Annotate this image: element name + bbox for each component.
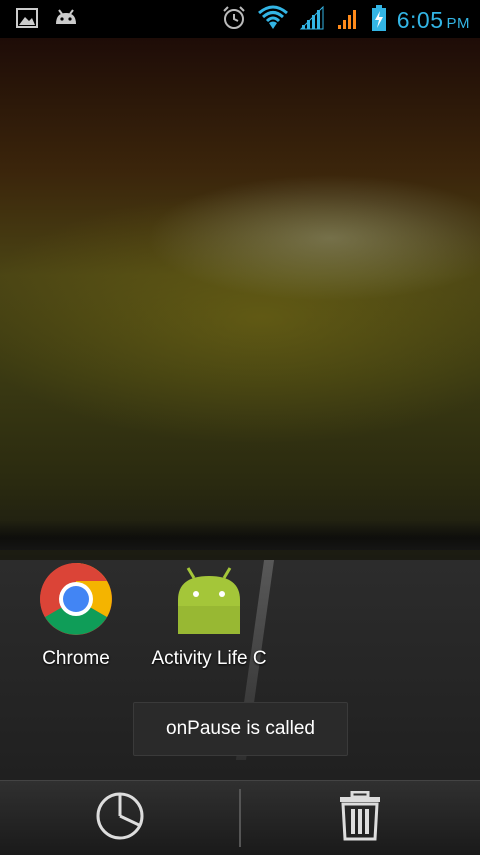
android-app-icon bbox=[172, 567, 246, 641]
toast-text: onPause is called bbox=[166, 718, 315, 739]
bottom-bar-divider bbox=[239, 789, 241, 847]
trash-icon bbox=[338, 790, 382, 845]
app-chrome-label: Chrome bbox=[42, 648, 110, 669]
clear-all-button[interactable] bbox=[330, 790, 390, 845]
app-activity-life-cycle[interactable]: Activity Life C bbox=[144, 562, 274, 670]
clock-time: 6:05 bbox=[396, 6, 444, 33]
chrome-icon bbox=[39, 563, 113, 641]
alarm-icon bbox=[221, 5, 247, 35]
toast-message: onPause is called bbox=[133, 702, 348, 756]
android-debug-icon bbox=[54, 8, 78, 32]
signal-1-icon bbox=[299, 5, 325, 35]
app-chrome[interactable]: Chrome bbox=[32, 562, 120, 670]
wallpaper-horizon bbox=[0, 520, 480, 550]
task-manager-button[interactable] bbox=[90, 791, 150, 845]
app-activity-life-cycle-label: Activity Life C bbox=[151, 648, 267, 669]
pie-chart-icon bbox=[95, 791, 145, 845]
status-clock: 6:05 PM bbox=[397, 7, 470, 34]
gallery-icon bbox=[16, 8, 38, 32]
clock-ampm: PM bbox=[446, 14, 470, 32]
battery-charging-icon bbox=[371, 4, 387, 36]
signal-2-icon bbox=[335, 5, 361, 35]
status-bar: 6:05 PM bbox=[0, 0, 480, 38]
wifi-icon bbox=[257, 5, 289, 35]
recents-bottom-bar bbox=[0, 780, 480, 855]
